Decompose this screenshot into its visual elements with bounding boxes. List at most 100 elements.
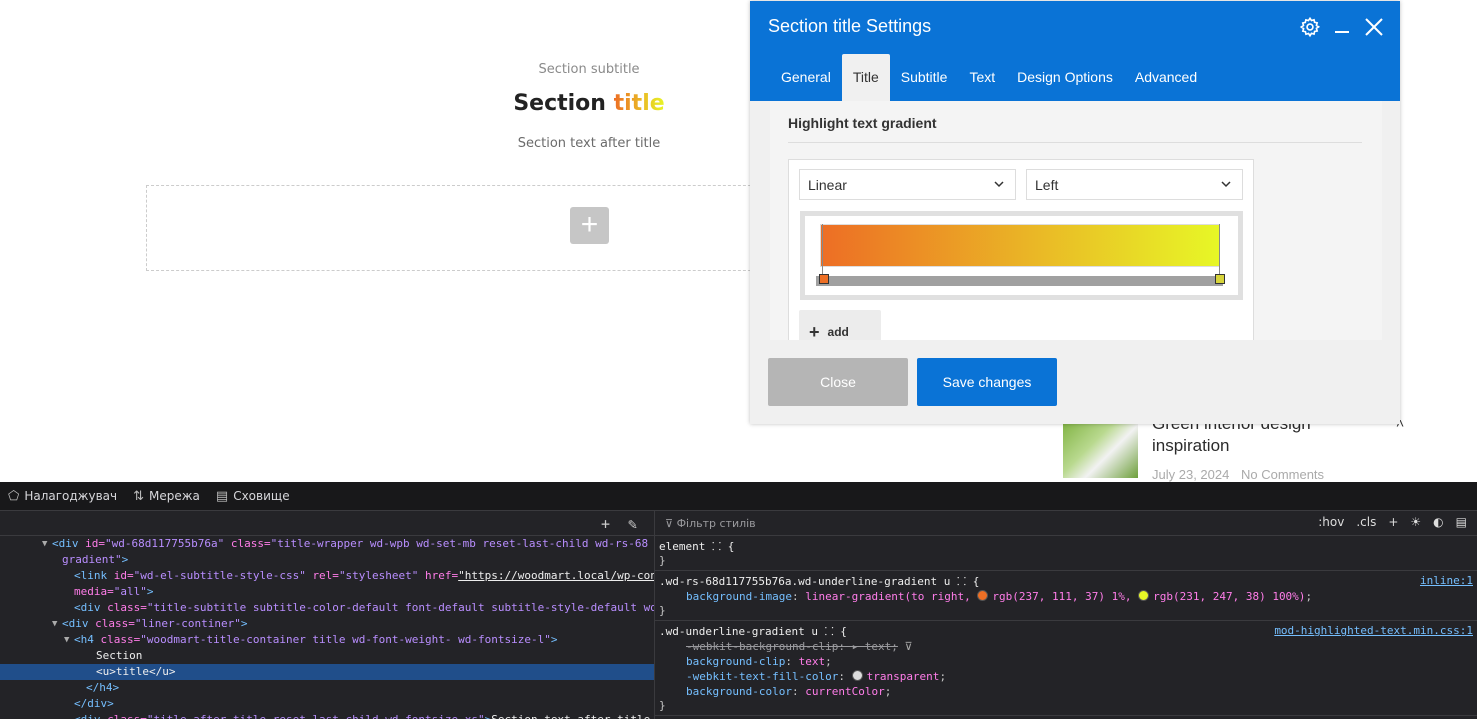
tab-title[interactable]: Title (841, 54, 890, 101)
css-declaration[interactable]: -webkit-text-fill-color: transparent; (659, 669, 1473, 684)
add-node-icon[interactable]: + (601, 515, 610, 533)
tab-storage[interactable]: ▤ Сховище (208, 489, 298, 504)
modal-title: Section title Settings (768, 16, 932, 36)
html-tree: ▼ <div id="wd-68d117755b76a" class="title… (0, 536, 654, 719)
rules-toolbar: ⊽ Фільтр стилів :hov .cls + ☀ ◐ ▤ (655, 511, 1477, 536)
tab-debugger-label: Налагоджувач (24, 489, 118, 503)
divider (788, 142, 1362, 143)
blog-meta: July 23, 2024 No Comments (1152, 467, 1332, 482)
css-declaration[interactable]: -webkit-background-clip: ▸ text; ⊽ (659, 639, 1473, 654)
network-icon: ⇅ (133, 488, 144, 504)
gradient-stop-marker (1219, 224, 1220, 276)
plus-icon: + (809, 322, 820, 340)
tab-text[interactable]: Text (958, 54, 1006, 101)
html-tree-line[interactable]: ▼ <h4 class="woodmart-title-container tit… (0, 632, 654, 648)
modal-body: Highlight text gradient Linear Left + ad… (750, 101, 1400, 340)
modal-footer: Close Save changes (750, 340, 1400, 424)
page-preview: Section subtitle Section title Section t… (0, 0, 1477, 482)
tab-storage-label: Сховище (233, 489, 290, 503)
rule-source-link[interactable]: mod-highlighted-text.min.css:1 (1274, 624, 1473, 637)
inspector-toolbar: + ✎ (0, 511, 654, 536)
rule-selector[interactable]: element ⸬ { (659, 539, 1473, 554)
section-subtitle: Section subtitle (538, 62, 640, 77)
html-tree-line[interactable]: <div class="title-subtitle subtitle-colo… (0, 600, 654, 616)
gradient-direction-value: Left (1035, 177, 1059, 193)
rule-close: } (659, 699, 666, 712)
expand-arrow-icon[interactable]: ▼ (42, 536, 47, 552)
html-tree-line[interactable]: <div class="title-after_title reset-last… (0, 712, 654, 719)
blog-comments[interactable]: No Comments (1241, 467, 1324, 482)
tab-advanced[interactable]: Advanced (1124, 54, 1208, 101)
expand-arrow-icon[interactable]: ▼ (64, 632, 69, 648)
css-rules-list: element ⸬ {} .wd-rs-68d117755b76a.wd-unde… (655, 536, 1477, 716)
html-tree-line[interactable]: Section (0, 648, 654, 664)
html-tree-text: media="all"> (74, 585, 154, 598)
add-stop-label: add (827, 325, 849, 339)
html-tree-line[interactable]: <u>title</u> (0, 664, 654, 680)
html-tree-line[interactable]: </h4> (0, 680, 654, 696)
rules-tools: :hov .cls + ☀ ◐ ▤ (1318, 515, 1467, 529)
html-tree-line[interactable]: <link id="wd-el-subtitle-style-css" rel=… (0, 568, 654, 584)
gradient-stop-handle-start[interactable] (819, 274, 829, 284)
rule-source-link[interactable]: inline:1 (1420, 574, 1473, 587)
filter-styles-input[interactable]: ⊽ Фільтр стилів (665, 517, 756, 530)
gradient-direction-select[interactable]: Left (1026, 169, 1243, 200)
debugger-icon: ⬠ (8, 488, 20, 504)
light-mode-icon[interactable]: ☀ (1410, 515, 1421, 529)
section-title-plain: Section (513, 91, 606, 116)
html-tree-line[interactable]: media="all"> (0, 584, 654, 600)
tab-debugger[interactable]: ⬠ Налагоджувач (0, 489, 125, 504)
expand-arrow-icon[interactable]: ▼ (52, 616, 57, 632)
gradient-stop-handle-end[interactable] (1215, 274, 1225, 284)
devtools-toolbar: ⬠ Налагоджувач ⇅ Мережа ▤ Сховище (0, 482, 1477, 511)
html-tree-line[interactable]: ▼ <div class="liner-continer"> (0, 616, 654, 632)
section-text-after: Section text after title (517, 136, 661, 151)
tab-general[interactable]: General (770, 54, 842, 101)
gradient-type-select[interactable]: Linear (799, 169, 1016, 200)
tab-design-options[interactable]: Design Options (1006, 54, 1124, 101)
html-tree-line[interactable]: ▼ <div id="wd-68d117755b76a" class="title… (0, 536, 654, 552)
html-tree-text: <div class="liner-continer"> (62, 617, 248, 630)
gradient-preview-frame (800, 211, 1243, 300)
plus-icon[interactable]: + (570, 207, 609, 244)
blog-date: July 23, 2024 (1152, 467, 1230, 482)
add-stop-button[interactable]: + add (799, 310, 881, 340)
dark-mode-icon[interactable]: ◐ (1433, 515, 1443, 529)
tab-subtitle[interactable]: Subtitle (890, 54, 959, 101)
gradient-editor: Linear Left + add (788, 159, 1254, 340)
html-tree-line[interactable]: gradient"> (0, 552, 654, 568)
section-title-highlight: title (613, 91, 665, 116)
rule-selector[interactable]: .wd-rs-68d117755b76a.wd-underline-gradie… (659, 574, 1473, 589)
html-tree-line[interactable]: </div> (0, 696, 654, 712)
html-tree-text: <h4 class="woodmart-title-container titl… (74, 633, 558, 646)
rule-close: } (659, 604, 666, 617)
html-tree-text: <u>title</u> (96, 665, 176, 678)
html-inspector: + ✎ ▼ <div id="wd-68d117755b76a" class="t… (0, 511, 654, 719)
print-media-icon[interactable]: ▤ (1456, 515, 1467, 529)
html-tree-text: </h4> (86, 681, 120, 694)
css-rules-panel: ⊽ Фільтр стилів :hov .cls + ☀ ◐ ▤ elemen… (654, 511, 1477, 719)
minimize-icon[interactable] (1330, 15, 1354, 39)
css-rule: element ⸬ {} (655, 536, 1477, 571)
modal-tabs: General Title Subtitle Text Design Optio… (770, 54, 1208, 101)
eyedropper-icon[interactable]: ✎ (628, 515, 637, 533)
gradient-stop-track[interactable] (816, 276, 1223, 286)
add-rule-icon[interactable]: + (1388, 515, 1398, 529)
rule-close: } (659, 554, 666, 567)
blog-thumbnail[interactable] (1063, 420, 1138, 478)
gradient-type-value: Linear (808, 177, 847, 193)
html-tree-text: <div class="title-after_title reset-last… (74, 712, 650, 719)
css-declaration[interactable]: background-color: currentColor; (659, 684, 1473, 699)
cls-toggle[interactable]: .cls (1356, 515, 1376, 529)
filter-placeholder: Фільтр стилів (676, 517, 756, 530)
tab-network[interactable]: ⇅ Мережа (125, 489, 208, 504)
close-icon[interactable] (1362, 15, 1386, 39)
css-declaration[interactable]: background-image: linear-gradient(to rig… (659, 589, 1473, 604)
chevron-down-icon (1221, 181, 1231, 188)
gear-icon[interactable] (1298, 15, 1322, 39)
close-button[interactable]: Close (768, 358, 908, 406)
css-declaration[interactable]: background-clip: text; (659, 654, 1473, 669)
settings-panel: Highlight text gradient Linear Left + ad… (770, 101, 1382, 340)
save-changes-button[interactable]: Save changes (917, 358, 1057, 406)
hov-toggle[interactable]: :hov (1318, 515, 1344, 529)
